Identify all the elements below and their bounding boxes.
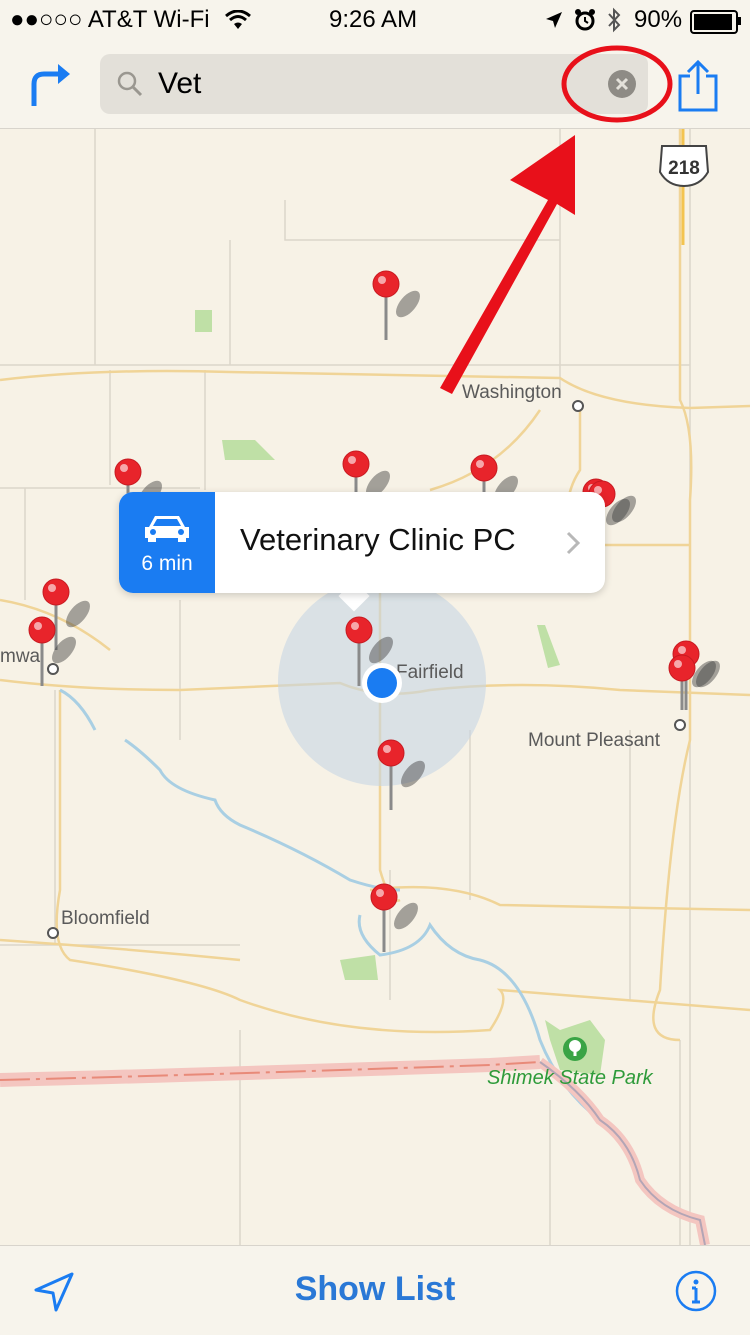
info-icon[interactable]: [674, 1269, 718, 1313]
bottom-bar: Show List: [0, 1245, 750, 1335]
highlight-arrow: [440, 135, 575, 394]
show-list-button[interactable]: Show List: [0, 1270, 750, 1309]
annotation-overlay: [440, 45, 673, 394]
highlight-circle: [561, 45, 673, 123]
